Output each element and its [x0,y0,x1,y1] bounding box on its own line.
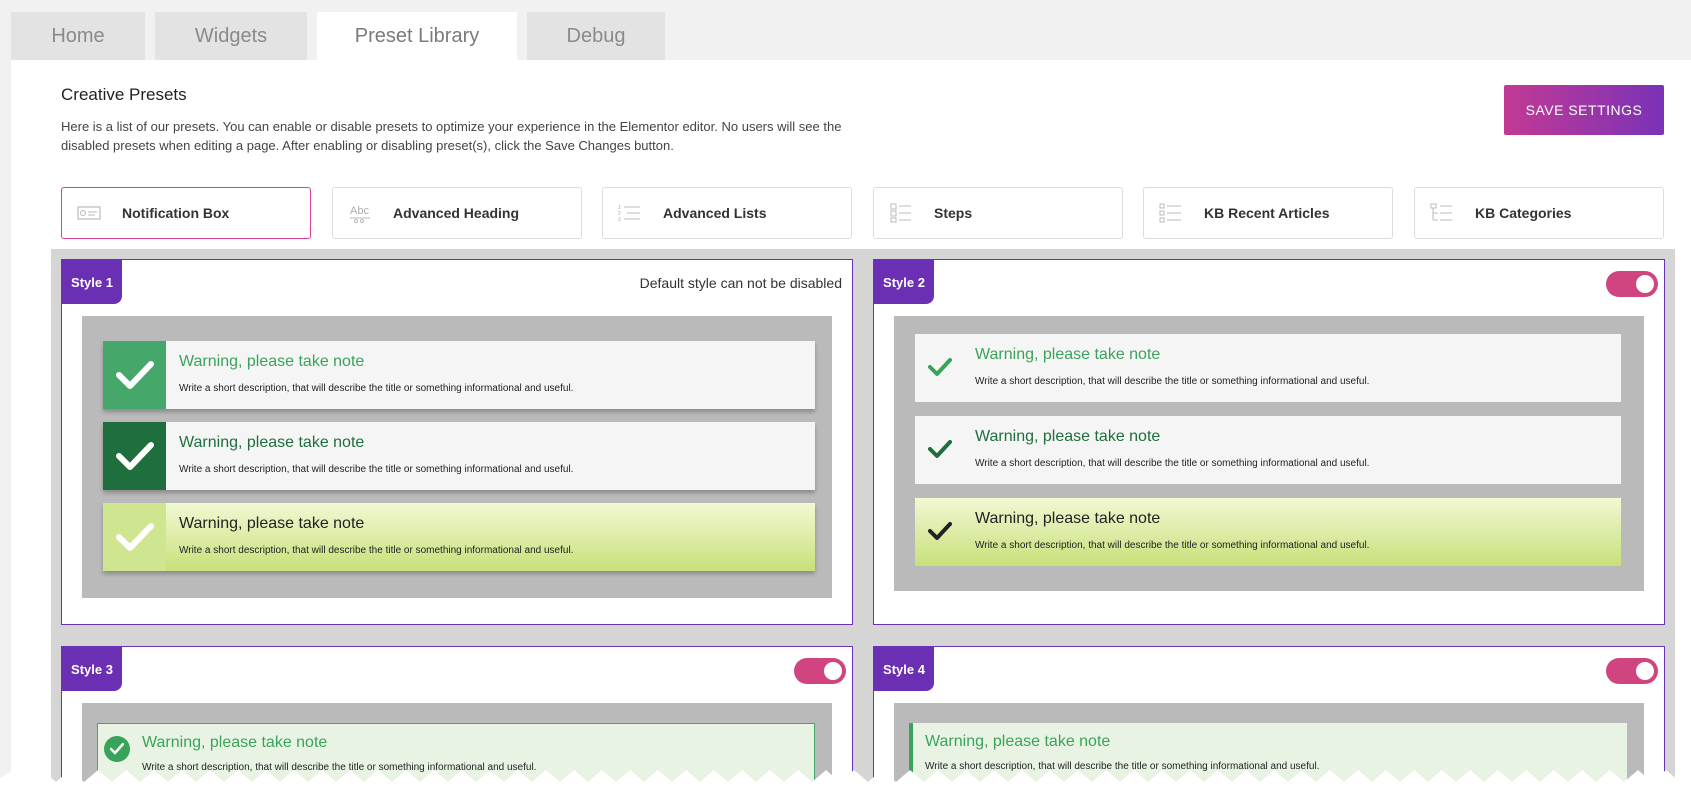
preset-category-notification-box[interactable]: Notification Box [61,187,311,239]
notification-box-icon [76,202,102,224]
page-description: Here is a list of our presets. You can e… [61,119,842,153]
style-badge: Style 4 [874,647,934,691]
style-card-1: Style 1 Default style can not be disable… [61,259,853,625]
notification-title: Warning, please take note [925,733,1111,750]
style-enable-toggle[interactable] [794,658,846,684]
tab-preset-library[interactable]: Preset Library [317,12,517,60]
svg-text:3: 3 [618,217,621,223]
notification-box: Warning, please take note Write a short … [915,334,1621,402]
notification-description: Write a short description, that will des… [179,464,574,475]
style-enable-toggle[interactable] [1606,658,1658,684]
notification-box: Warning, please take note Write a short … [915,416,1621,484]
check-icon [927,518,953,544]
save-settings-button[interactable]: SAVE SETTINGS [1504,85,1664,135]
check-icon [927,436,953,462]
preset-category-label: Steps [934,205,973,221]
check-icon [103,503,166,571]
preset-category-label: KB Categories [1475,205,1572,221]
svg-text:Abc: Abc [350,205,369,217]
check-icon [927,354,953,380]
notification-description: Write a short description, that will des… [975,540,1370,551]
tab-home[interactable]: Home [11,12,145,60]
style-enable-toggle[interactable] [1606,271,1658,297]
page-title: Creative Presets [61,85,187,104]
style-preview: Warning, please take note Write a short … [894,316,1644,591]
top-tab-bar: Home Widgets Preset Library Debug [0,0,1691,60]
style-preview-grid: Style 1 Default style can not be disable… [51,249,1675,803]
toggle-knob [1636,275,1654,293]
steps-icon [888,202,914,224]
check-circle-icon [104,736,130,762]
notification-title: Warning, please take note [179,353,365,370]
left-gutter [0,60,11,803]
notification-description: Write a short description, that will des… [975,458,1370,469]
notification-title: Warning, please take note [975,346,1161,363]
check-icon [103,341,166,409]
toggle-knob [1636,662,1654,680]
heading-abc-icon: Abc [347,202,373,224]
style-preview: Warning, please take note Write a short … [82,316,832,598]
notification-title: Warning, please take note [975,428,1161,445]
check-icon [103,422,166,490]
preset-category-advanced-lists[interactable]: 123 Advanced Lists [602,187,852,239]
preset-category-label: Advanced Heading [393,205,520,221]
notification-title: Warning, please take note [179,434,365,451]
default-style-note: Default style can not be disabled [639,275,842,291]
preset-category-kb-recent-articles[interactable]: KB Recent Articles [1143,187,1393,239]
style-badge: Style 3 [62,647,122,691]
notification-title: Warning, please take note [975,510,1161,527]
toggle-knob [824,662,842,680]
numbered-list-icon: 123 [617,202,643,224]
notification-title: Warning, please take note [142,734,328,751]
preset-category-label: KB Recent Articles [1204,205,1330,221]
style-badge: Style 2 [874,260,934,304]
style-card-2: Style 2 Warning, please take note Write … [873,259,1665,625]
notification-box: Warning, please take note Write a short … [103,341,815,409]
style-badge: Style 1 [62,260,122,304]
notification-box: Warning, please take note Write a short … [915,498,1621,566]
list-tree-icon [1158,202,1184,224]
category-tree-icon [1429,202,1455,224]
tab-widgets[interactable]: Widgets [155,12,307,60]
notification-box: Warning, please take note Write a short … [103,503,815,571]
notification-description: Write a short description, that will des… [179,383,574,394]
notification-description: Write a short description, that will des… [179,545,574,556]
torn-edge-decoration [0,770,1691,803]
preset-category-kb-categories[interactable]: KB Categories [1414,187,1664,239]
notification-title: Warning, please take note [179,515,365,532]
preset-category-label: Advanced Lists [663,205,767,221]
preset-category-advanced-heading[interactable]: Abc Advanced Heading [332,187,582,239]
preset-category-label: Notification Box [122,205,230,221]
preset-category-steps[interactable]: Steps [873,187,1123,239]
tab-debug[interactable]: Debug [527,12,665,60]
notification-description: Write a short description, that will des… [975,376,1370,387]
notification-box: Warning, please take note Write a short … [103,422,815,490]
